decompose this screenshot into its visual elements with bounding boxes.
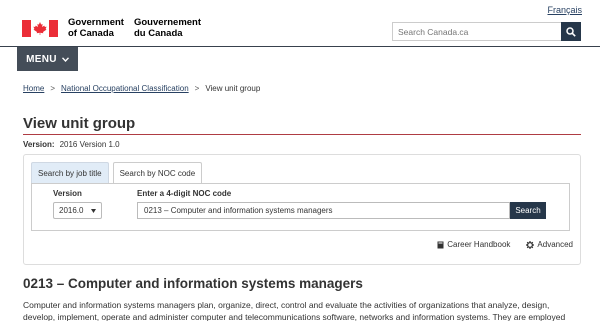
- tab-search-by-noc-code[interactable]: Search by NOC code: [112, 162, 203, 183]
- unit-group-heading: 0213 – Computer and information systems …: [23, 276, 363, 291]
- site-search: [392, 22, 581, 41]
- menu-label: MENU: [26, 53, 57, 65]
- wordmark-english: Government of Canada: [68, 17, 124, 39]
- version-info: Version: 2016 Version 1.0: [23, 140, 120, 149]
- breadcrumb-current: View unit group: [205, 84, 261, 93]
- advanced-label: Advanced: [537, 240, 573, 249]
- breadcrumb-noc-link[interactable]: National Occupational Classification: [61, 84, 189, 93]
- version-field-label: Version: [53, 189, 82, 198]
- site-search-button[interactable]: [561, 22, 581, 41]
- gear-icon: [526, 240, 535, 249]
- breadcrumb: Home > National Occupational Classificat…: [23, 84, 260, 93]
- version-label: Version:: [23, 140, 55, 149]
- header-divider: [0, 46, 600, 47]
- chevron-down-icon: [61, 56, 69, 62]
- version-value: 2016 Version 1.0: [59, 140, 120, 149]
- breadcrumb-separator: >: [50, 84, 56, 93]
- language-toggle-link[interactable]: Français: [547, 5, 582, 15]
- search-icon: [566, 26, 576, 37]
- title-underline: [23, 134, 581, 135]
- select-arrow-icon: [91, 208, 96, 213]
- noc-search-button[interactable]: Search: [510, 202, 546, 219]
- utility-links: Career Handbook Advanced: [437, 240, 573, 249]
- gc-signature[interactable]: Government of Canada Gouvernement du Can…: [22, 17, 201, 39]
- menu-button[interactable]: MENU: [17, 47, 78, 71]
- breadcrumb-separator: >: [194, 84, 200, 93]
- noc-field-label: Enter a 4-digit NOC code: [137, 189, 232, 198]
- canada-flag-icon: [22, 19, 58, 37]
- tab-search-by-job-title[interactable]: Search by job title: [31, 162, 109, 183]
- wordmark-french: Gouvernement du Canada: [133, 17, 202, 39]
- version-select[interactable]: 2016.0: [53, 202, 102, 219]
- career-handbook-link[interactable]: Career Handbook: [437, 240, 510, 249]
- advanced-search-link[interactable]: Advanced: [526, 240, 573, 249]
- page-title: View unit group: [23, 115, 136, 132]
- noc-code-input[interactable]: 0213 – Computer and information systems …: [137, 202, 510, 219]
- breadcrumb-home-link[interactable]: Home: [23, 84, 44, 93]
- search-tabs: Search by job title Search by NOC code: [31, 162, 203, 183]
- maple-leaf-icon: [33, 21, 47, 35]
- version-select-value: 2016.0: [59, 206, 84, 215]
- site-search-input[interactable]: [392, 22, 561, 41]
- book-icon: [437, 241, 444, 248]
- unit-group-description: Computer and information systems manager…: [23, 300, 566, 321]
- career-handbook-label: Career Handbook: [447, 240, 511, 249]
